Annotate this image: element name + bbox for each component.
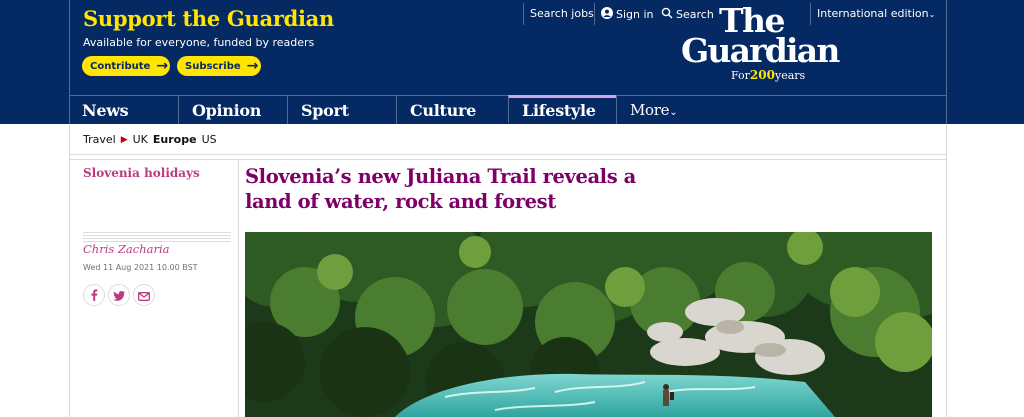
divider [594, 3, 595, 25]
search-jobs-link[interactable]: Search jobs [530, 7, 594, 20]
share-facebook-button[interactable] [83, 284, 105, 306]
search-jobs-label: Search jobs [530, 7, 594, 20]
logo-for-text: For [731, 69, 750, 82]
breadcrumb-travel[interactable]: Travel [83, 133, 116, 146]
nav-news[interactable]: News [69, 96, 129, 124]
breadcrumb: Travel ▶ UK Europe US [83, 133, 217, 146]
guardian-logo[interactable]: The Guardian For200years [681, 4, 887, 90]
twitter-icon [113, 286, 126, 305]
email-icon [138, 286, 150, 305]
series-tag[interactable]: Slovenia holidays [83, 166, 200, 180]
user-icon [601, 7, 613, 22]
sign-in-link[interactable]: Sign in [601, 7, 654, 22]
nav-more[interactable]: More⌄ [616, 96, 678, 124]
divider [523, 3, 524, 25]
primary-nav: News Opinion Sport Culture Lifestyle Mor… [69, 95, 947, 124]
nav-culture[interactable]: Culture [396, 96, 508, 124]
nav-lifestyle[interactable]: Lifestyle [508, 95, 616, 123]
triangle-right-icon: ▶ [120, 134, 128, 145]
divider [69, 159, 947, 160]
chevron-down-icon: ⌄ [669, 107, 678, 118]
breadcrumb-uk[interactable]: UK [133, 133, 148, 146]
breadcrumb-europe[interactable]: Europe [153, 133, 197, 146]
support-title: Support the Guardian [83, 6, 334, 31]
logo-years-text: years [774, 69, 806, 82]
sign-in-label: Sign in [616, 8, 654, 21]
facebook-icon [90, 286, 98, 305]
author-byline[interactable]: Chris Zacharia [83, 242, 170, 256]
meta-divider [83, 232, 231, 242]
hero-image [245, 232, 932, 417]
nav-opinion[interactable]: Opinion [178, 96, 287, 124]
logo-years-number: 200 [749, 68, 775, 82]
share-email-button[interactable] [133, 284, 155, 306]
share-twitter-button[interactable] [108, 284, 130, 306]
column-divider [238, 160, 239, 417]
subscribe-button[interactable]: Subscribe → [177, 56, 261, 76]
arrow-right-icon: → [246, 58, 259, 74]
nav-sport[interactable]: Sport [287, 96, 396, 124]
contribute-button[interactable]: Contribute → [82, 56, 170, 76]
nav-more-label: More [630, 101, 670, 119]
article-headline: Slovenia’s new Juliana Trail reveals a l… [245, 165, 636, 213]
publish-date: Wed 11 Aug 2021 10.00 BST [83, 263, 198, 272]
breadcrumb-us[interactable]: US [202, 133, 217, 146]
contribute-label: Contribute [90, 60, 151, 72]
subscribe-label: Subscribe [185, 60, 241, 72]
arrow-right-icon: → [156, 58, 169, 74]
chevron-down-icon: ⌄ [928, 10, 936, 19]
support-subtitle: Available for everyone, funded by reader… [83, 36, 315, 49]
search-icon [661, 7, 673, 22]
logo-guardian: Guardian [681, 31, 840, 70]
logo-anniversary: For200years [731, 68, 805, 82]
